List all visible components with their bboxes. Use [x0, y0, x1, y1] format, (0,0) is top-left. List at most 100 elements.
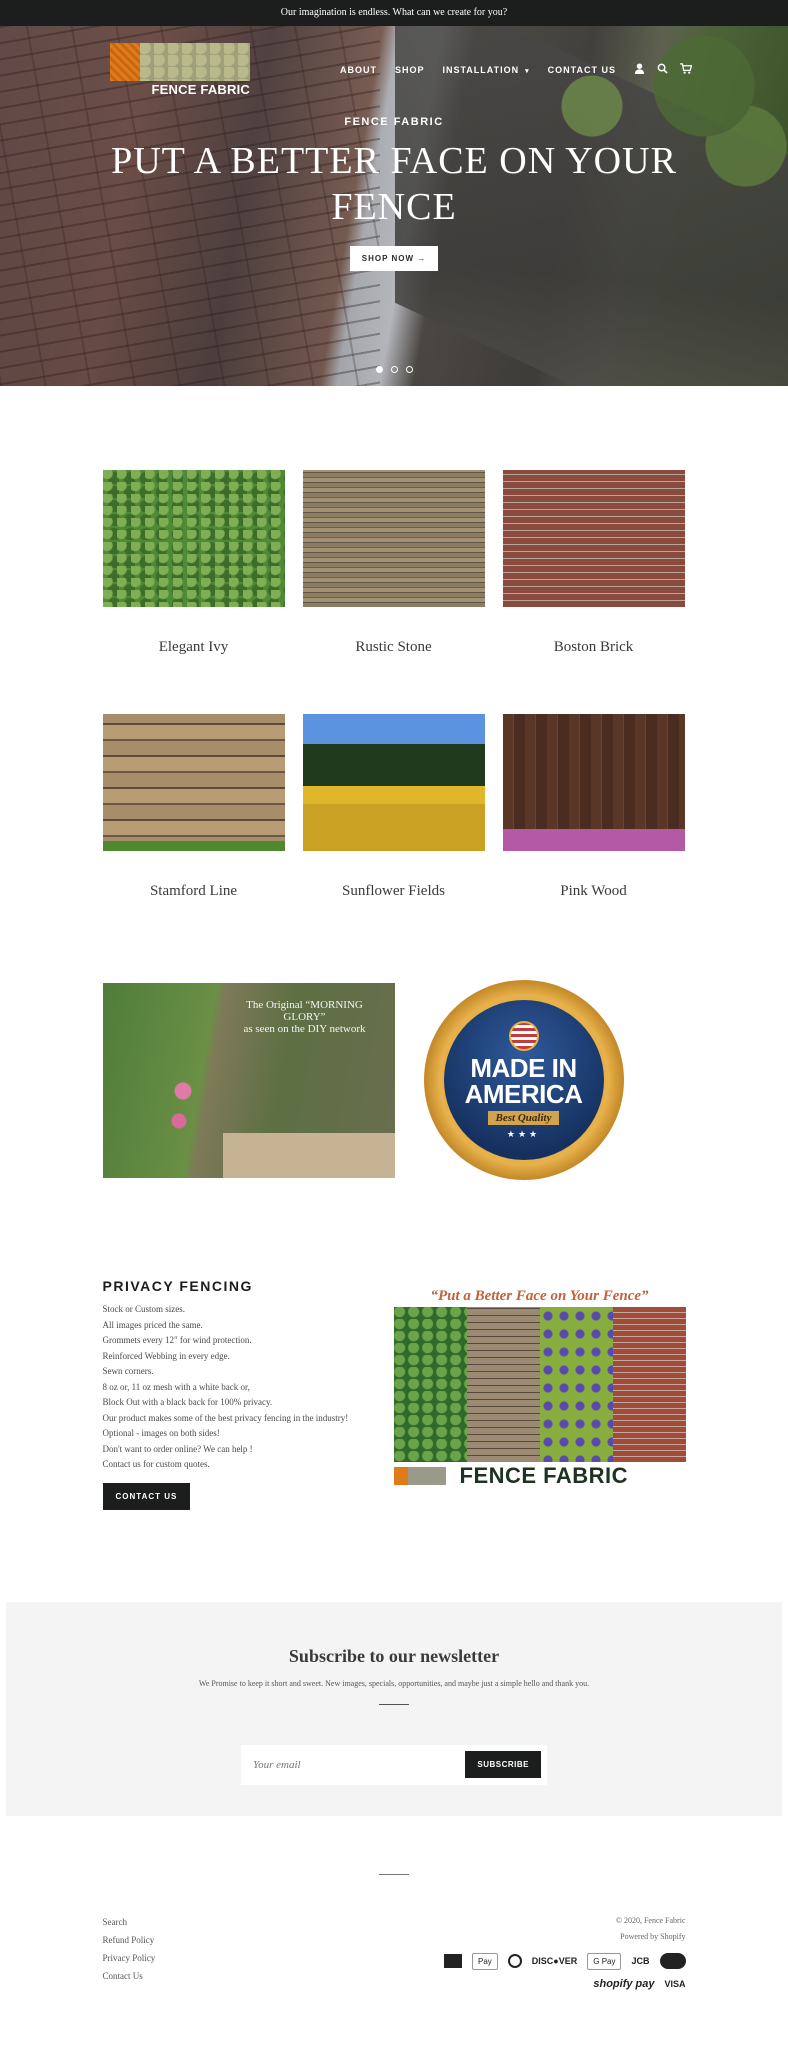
cart-icon[interactable] [680, 63, 693, 77]
privacy-line: All images priced the same. [102, 1319, 203, 1330]
footer-link-refund-policy[interactable]: Refund Policy [103, 1931, 156, 1949]
footer-link-search[interactable]: Search [103, 1913, 156, 1931]
collection-card[interactable]: Sunflower Fields [302, 714, 485, 900]
privacy-line: Grommets every 12" for wind protection. [102, 1335, 252, 1345]
site-header: FENCE FABRIC ABOUT SHOP INSTALLATION ▾ CO… [110, 40, 693, 100]
amex-icon [444, 1954, 462, 1968]
shop-now-button[interactable]: SHOP NOW → [349, 246, 439, 271]
newsletter-form: SUBSCRIBE [241, 1744, 547, 1785]
visa-icon: VISA [664, 1978, 686, 1989]
caption-line: GLORY” [283, 1010, 326, 1023]
collection-card[interactable]: Elegant Ivy [102, 470, 285, 656]
privacy-line: Our product makes some of the best priva… [102, 1412, 349, 1423]
privacy-line: Block Out with a black back for 100% pri… [102, 1397, 273, 1407]
privacy-text: PRIVACY FENCING Stock or Custom sizes. A… [102, 1278, 353, 1510]
promo-pattern-strip [393, 1307, 686, 1462]
collection-image [502, 714, 685, 851]
hero-slideshow: FENCE FABRIC ABOUT SHOP INSTALLATION ▾ CO… [0, 26, 788, 386]
slideshow-dots [0, 360, 788, 378]
hero-kicker: FENCE FABRIC [344, 116, 444, 128]
collection-card[interactable]: Rustic Stone [302, 470, 485, 656]
nav-about[interactable]: ABOUT [340, 65, 377, 75]
nav-contact-us[interactable]: CONTACT US [548, 65, 616, 75]
badge-ribbon: Best Quality [487, 1110, 560, 1125]
privacy-line: Stock or Custom sizes. [102, 1304, 186, 1314]
badge-center: MADE IN AMERICA Best Quality ★★★ [443, 1000, 604, 1160]
site-footer: Search Refund Policy Privacy Policy Cont… [103, 1913, 686, 2030]
slide-dot-1[interactable] [375, 366, 383, 373]
pattern-ivy [393, 1307, 467, 1462]
collection-card[interactable]: Pink Wood [502, 714, 685, 900]
collection-image [102, 470, 285, 607]
footer-link-privacy-policy[interactable]: Privacy Policy [103, 1949, 156, 1967]
privacy-line: Optional - images on both sides! [102, 1428, 220, 1438]
collection-card[interactable]: Stamford Line [102, 714, 285, 900]
collection-grid: Elegant Ivy Rustic Stone Boston Brick St… [102, 470, 686, 958]
powered-by: Powered by Shopify [620, 1931, 686, 1941]
collection-title: Elegant Ivy [158, 639, 229, 655]
search-icon[interactable] [657, 63, 668, 77]
diners-club-icon [507, 1954, 522, 1968]
collection-title: Stamford Line [149, 883, 238, 899]
pink-flowers [162, 1072, 203, 1133]
footer-links: Search Refund Policy Privacy Policy Cont… [103, 1913, 156, 1990]
collection-image [502, 470, 685, 607]
privacy-title: PRIVACY FENCING [102, 1278, 253, 1294]
collection-card[interactable]: Boston Brick [502, 470, 685, 656]
subscribe-button[interactable]: SUBSCRIBE [465, 1751, 541, 1778]
morning-glory-image: The Original “MORNING GLORY” as seen on … [102, 982, 395, 1178]
newsletter-section: Subscribe to our newsletter We Promise t… [6, 1601, 782, 1816]
collection-image [302, 714, 485, 851]
mastercard-icon [659, 1953, 686, 1969]
site-logo[interactable]: FENCE FABRIC [110, 43, 250, 97]
slide-dot-2[interactable] [390, 366, 398, 373]
morning-glory-caption: The Original “MORNING GLORY” as seen on … [225, 999, 385, 1035]
nav-shop[interactable]: SHOP [395, 65, 425, 75]
collection-title: Sunflower Fields [342, 883, 445, 899]
divider [379, 1703, 409, 1705]
badge-ring: MADE IN AMERICA Best Quality ★★★ [423, 980, 624, 1180]
promo-brand: FENCE FABRIC [459, 1463, 629, 1488]
jcb-icon: JCB [631, 1956, 650, 1966]
apple-pay-icon: Pay [472, 1952, 498, 1970]
nav-installation[interactable]: INSTALLATION ▾ [442, 65, 529, 75]
newsletter-subtitle: We Promise to keep it short and sweet. N… [198, 1678, 590, 1688]
payment-icons-row-2: shopify pay VISA [444, 1978, 686, 1990]
caption-line: as seen on the DIY network [243, 1022, 366, 1035]
slide-dot-3[interactable] [405, 366, 413, 373]
collection-title: Pink Wood [560, 883, 627, 899]
announcement-bar: Our imagination is endless. What can we … [0, 0, 788, 26]
footer-link-contact-us[interactable]: Contact Us [103, 1967, 156, 1985]
newsletter-title: Subscribe to our newsletter [288, 1645, 500, 1666]
privacy-line: 8 oz or, 11 oz mesh with a white back or… [102, 1381, 250, 1392]
divider [379, 1873, 409, 1875]
privacy-line: Don't want to order online? We can help … [102, 1443, 253, 1454]
badge-text-line2: AMERICA [464, 1078, 583, 1109]
collection-image [102, 714, 285, 851]
collection-image [302, 470, 485, 607]
collection-title: Boston Brick [553, 639, 634, 655]
logo-orange-swatch [110, 43, 140, 81]
promo-footer: FENCE FABRIC [393, 1463, 686, 1488]
pattern-morning-glory [539, 1307, 613, 1462]
contact-us-button[interactable]: CONTACT US [102, 1482, 191, 1510]
privacy-fencing-section: PRIVACY FENCING Stock or Custom sizes. A… [102, 1278, 686, 1510]
privacy-line: Sewn corners. [102, 1366, 154, 1376]
footer-meta: © 2020, Fence Fabric Powered by Shopify … [444, 1913, 686, 1990]
hero-content: FENCE FABRIC PUT A BETTER FACE ON YOUR F… [0, 116, 788, 271]
privacy-line: Contact us for custom quotes. [102, 1459, 210, 1469]
caption-line: The Original “MORNING [246, 998, 363, 1011]
chevron-down-icon: ▾ [525, 68, 530, 75]
promo-quote: “Put a Better Face on Your Fence” [430, 1288, 649, 1304]
us-flag-icon [508, 1020, 539, 1051]
nav-installation-label: INSTALLATION [442, 65, 520, 75]
mini-logo [393, 1467, 446, 1485]
email-input[interactable] [253, 1758, 453, 1771]
wall-base [222, 1132, 395, 1178]
badge-text-line1: MADE IN [470, 1052, 577, 1083]
collection-title: Rustic Stone [355, 639, 432, 655]
privacy-line: Reinforced Webbing in every edge. [102, 1350, 230, 1361]
account-icon[interactable] [634, 63, 645, 77]
discover-icon: DISC●VER [531, 1956, 578, 1966]
promo-image: “Put a Better Face on Your Fence” FENCE … [393, 1288, 686, 1510]
